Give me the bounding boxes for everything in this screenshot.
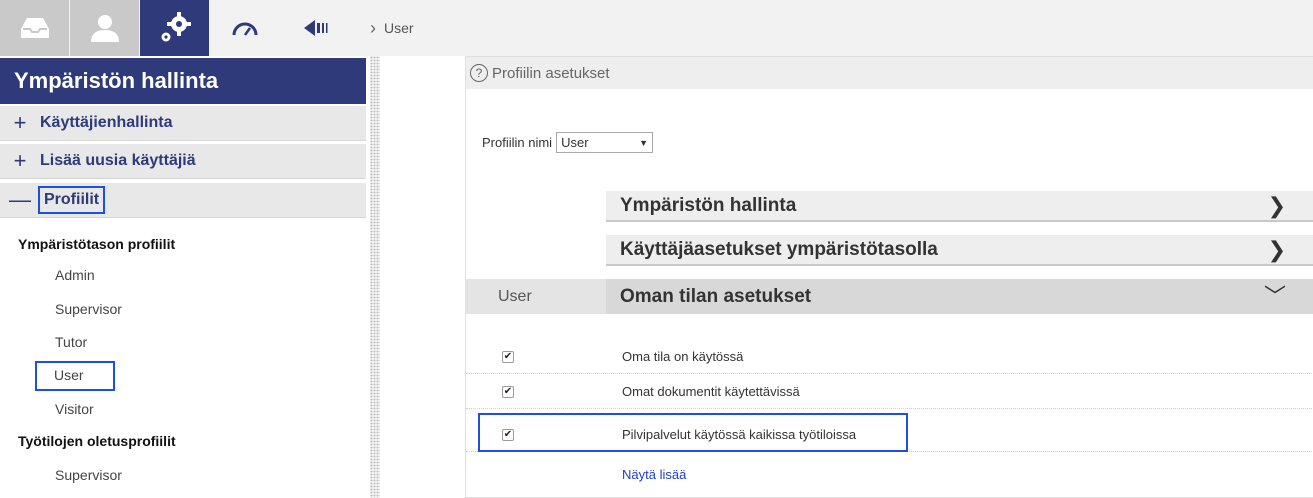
profile-name-row: Profiilin nimi User ▼ (482, 132, 654, 153)
sidebar: Ympäristön hallinta + Käyttäjienhallinta… (0, 56, 366, 498)
user-icon (90, 15, 119, 42)
sidebar-section-profiles[interactable]: — Profiilit (0, 183, 366, 218)
profile-item-supervisor[interactable]: Supervisor (55, 301, 122, 317)
dashboard-button[interactable] (210, 0, 279, 56)
sidebar-section-add-users[interactable]: + Lisää uusia käyttäjiä (0, 144, 366, 179)
accordion-header: Oman tilan asetukset ﹀ (606, 279, 1313, 314)
accordion-header: Käyttäjäasetukset ympäristötasolla ❯ (606, 235, 1313, 266)
settings-button[interactable] (140, 0, 209, 56)
profile-name-label: Profiilin nimi (482, 135, 553, 150)
accordion-header: Ympäristön hallinta ❯ (606, 191, 1313, 222)
option-label: Omat dokumentit käytettävissä (622, 384, 800, 399)
highlight-box (478, 413, 908, 452)
gears-icon (161, 12, 191, 42)
sidebar-title: Ympäristön hallinta (0, 58, 366, 104)
profile-select-value: User (561, 135, 589, 150)
accordion-title: Käyttäjäasetukset ympäristötasolla (620, 238, 938, 260)
accordion-environment-admin[interactable]: Ympäristön hallinta ❯ (466, 191, 1313, 222)
breadcrumb: › User (360, 14, 414, 42)
checkbox-own-space[interactable]: ✔ (502, 351, 514, 363)
expand-icon: + (13, 110, 27, 135)
accordion-spacer (466, 191, 606, 222)
workspace-profile-item-supervisor[interactable]: Supervisor (55, 467, 122, 483)
accordion-own-space[interactable]: User Oman tilan asetukset ﹀ (466, 279, 1313, 314)
expand-icon: + (13, 148, 27, 173)
show-more-link[interactable]: Näytä lisää (622, 467, 686, 482)
chevron-right-icon: ❯ (1267, 237, 1286, 262)
profile-item-user[interactable]: User (35, 361, 115, 391)
group-title-workspace-profiles: Työtilojen oletusprofiilit (18, 433, 176, 449)
breadcrumb-current: User (384, 20, 414, 36)
inbox-icon (20, 18, 49, 38)
help-icon[interactable]: ? (470, 64, 488, 82)
accordion-title: Oman tilan asetukset (620, 285, 812, 307)
profile-item-visitor[interactable]: Visitor (55, 401, 94, 417)
sidebar-section-label: Käyttäjienhallinta (40, 114, 173, 131)
collapse-icon: — (9, 187, 31, 212)
accordion-side-label: User (466, 279, 606, 314)
option-row-own-documents: ✔ Omat dokumentit käytettävissä (466, 375, 1313, 409)
panel-splitter[interactable] (370, 56, 380, 498)
sidebar-section-users[interactable]: + Käyttäjienhallinta (0, 106, 366, 141)
profile-item-tutor[interactable]: Tutor (55, 334, 87, 350)
checkbox-own-documents[interactable]: ✔ (502, 386, 514, 398)
sidebar-section-label: Profiilit (37, 186, 106, 214)
back-arrow-icon (304, 20, 328, 36)
sidebar-section-label: Lisää uusia käyttäjiä (40, 152, 196, 169)
accordion-title: Ympäristön hallinta (620, 194, 797, 216)
profile-select[interactable]: User ▼ (556, 132, 654, 153)
accordion-user-settings[interactable]: Käyttäjäasetukset ympäristötasolla ❯ (466, 235, 1313, 266)
accordion-spacer (466, 235, 606, 266)
chevron-right-icon: ❯ (1267, 193, 1286, 218)
breadcrumb-separator-icon: › (370, 17, 376, 38)
back-button[interactable] (295, 0, 345, 56)
profile-item-admin[interactable]: Admin (55, 267, 95, 283)
option-label: Oma tila on käytössä (622, 349, 744, 364)
chevron-down-icon: ﹀ (1263, 284, 1286, 309)
option-row-own-space: ✔ Oma tila on käytössä (466, 340, 1313, 374)
dropdown-arrow-icon: ▼ (639, 137, 649, 148)
speedometer-icon (232, 22, 257, 36)
panel-header: ? Profiilin asetukset (466, 57, 1313, 89)
user-button[interactable] (70, 0, 139, 56)
panel-title: Profiilin asetukset (492, 64, 610, 82)
top-toolbar: › User (0, 0, 1313, 56)
group-title-environment-profiles: Ympäristötason profiilit (18, 236, 176, 252)
inbox-button[interactable] (0, 0, 69, 56)
